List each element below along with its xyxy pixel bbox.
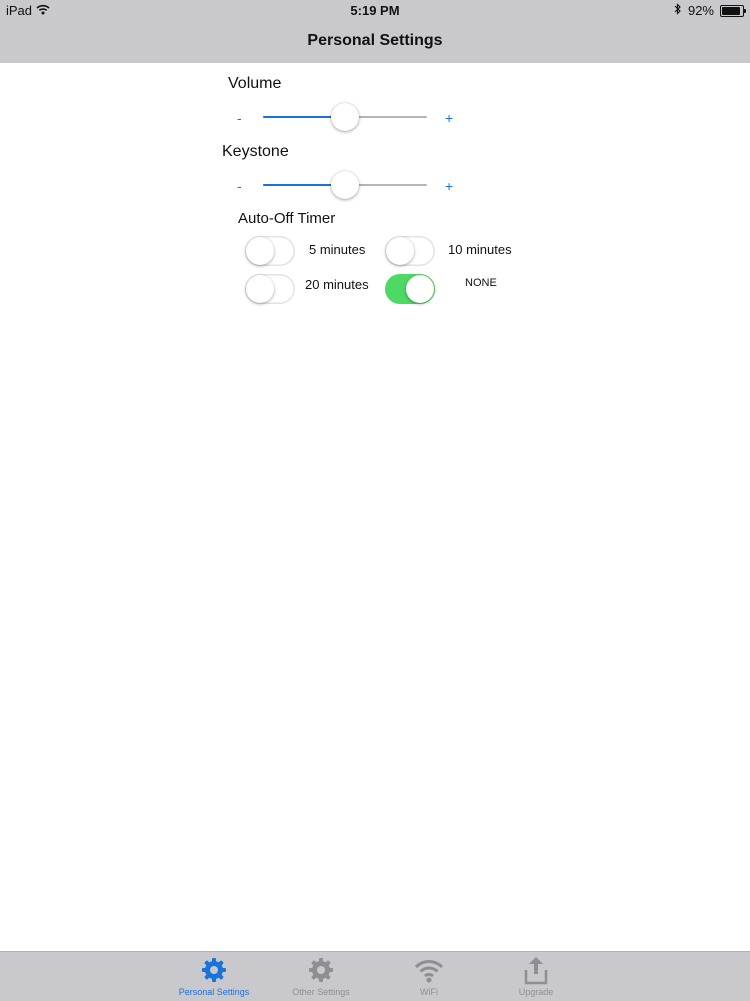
tab-wifi[interactable]: WiFi (374, 952, 484, 1001)
tab-label: Other Settings (292, 987, 350, 997)
switch-10-minutes[interactable] (385, 236, 435, 266)
tab-personal-settings[interactable]: Personal Settings (159, 952, 269, 1001)
auto-off-timer-label: Auto-Off Timer (238, 210, 336, 227)
tab-label: Upgrade (518, 987, 554, 997)
status-right: 92% (674, 3, 746, 18)
keystone-decrease-button[interactable]: - (237, 178, 242, 194)
tab-label: WiFi (420, 987, 438, 997)
volume-label: Volume (228, 75, 282, 92)
tab-bar: Personal Settings Other Settings WiFi Up… (0, 951, 750, 1001)
bluetooth-icon (674, 3, 682, 18)
switch-knob (386, 237, 414, 265)
battery-level-fill (722, 6, 741, 15)
battery-icon (720, 4, 746, 17)
switch-none[interactable] (385, 274, 435, 304)
tab-other-settings[interactable]: Other Settings (266, 952, 376, 1001)
gear-icon (159, 955, 269, 985)
keystone-label: Keystone (222, 143, 289, 160)
keystone-slider[interactable] (263, 171, 427, 199)
tab-upgrade[interactable]: Upgrade (481, 952, 591, 1001)
option-label-none: NONE (465, 277, 497, 289)
slider-thumb[interactable] (331, 103, 359, 131)
switch-20-minutes[interactable] (245, 274, 295, 304)
gear-icon (266, 955, 376, 985)
volume-decrease-button[interactable]: - (237, 110, 242, 126)
switch-5-minutes[interactable] (245, 236, 295, 266)
volume-increase-button[interactable]: + (445, 110, 453, 126)
option-label-10-minutes: 10 minutes (448, 242, 512, 257)
option-label-20-minutes: 20 minutes (305, 277, 369, 292)
volume-slider[interactable] (263, 103, 427, 131)
page-title: Personal Settings (307, 32, 443, 49)
keystone-increase-button[interactable]: + (445, 178, 453, 194)
upload-icon (481, 955, 591, 985)
status-time: 5:19 PM (350, 3, 400, 18)
switch-knob (246, 275, 274, 303)
switch-knob (406, 275, 434, 303)
switch-knob (246, 237, 274, 265)
wifi-icon (374, 955, 484, 985)
tab-label: Personal Settings (178, 987, 250, 997)
slider-thumb[interactable] (331, 171, 359, 199)
option-label-5-minutes: 5 minutes (309, 242, 366, 257)
top-bar: iPad 5:19 PM 92% Personal Settings (0, 0, 750, 63)
battery-percent: 92% (687, 3, 714, 18)
